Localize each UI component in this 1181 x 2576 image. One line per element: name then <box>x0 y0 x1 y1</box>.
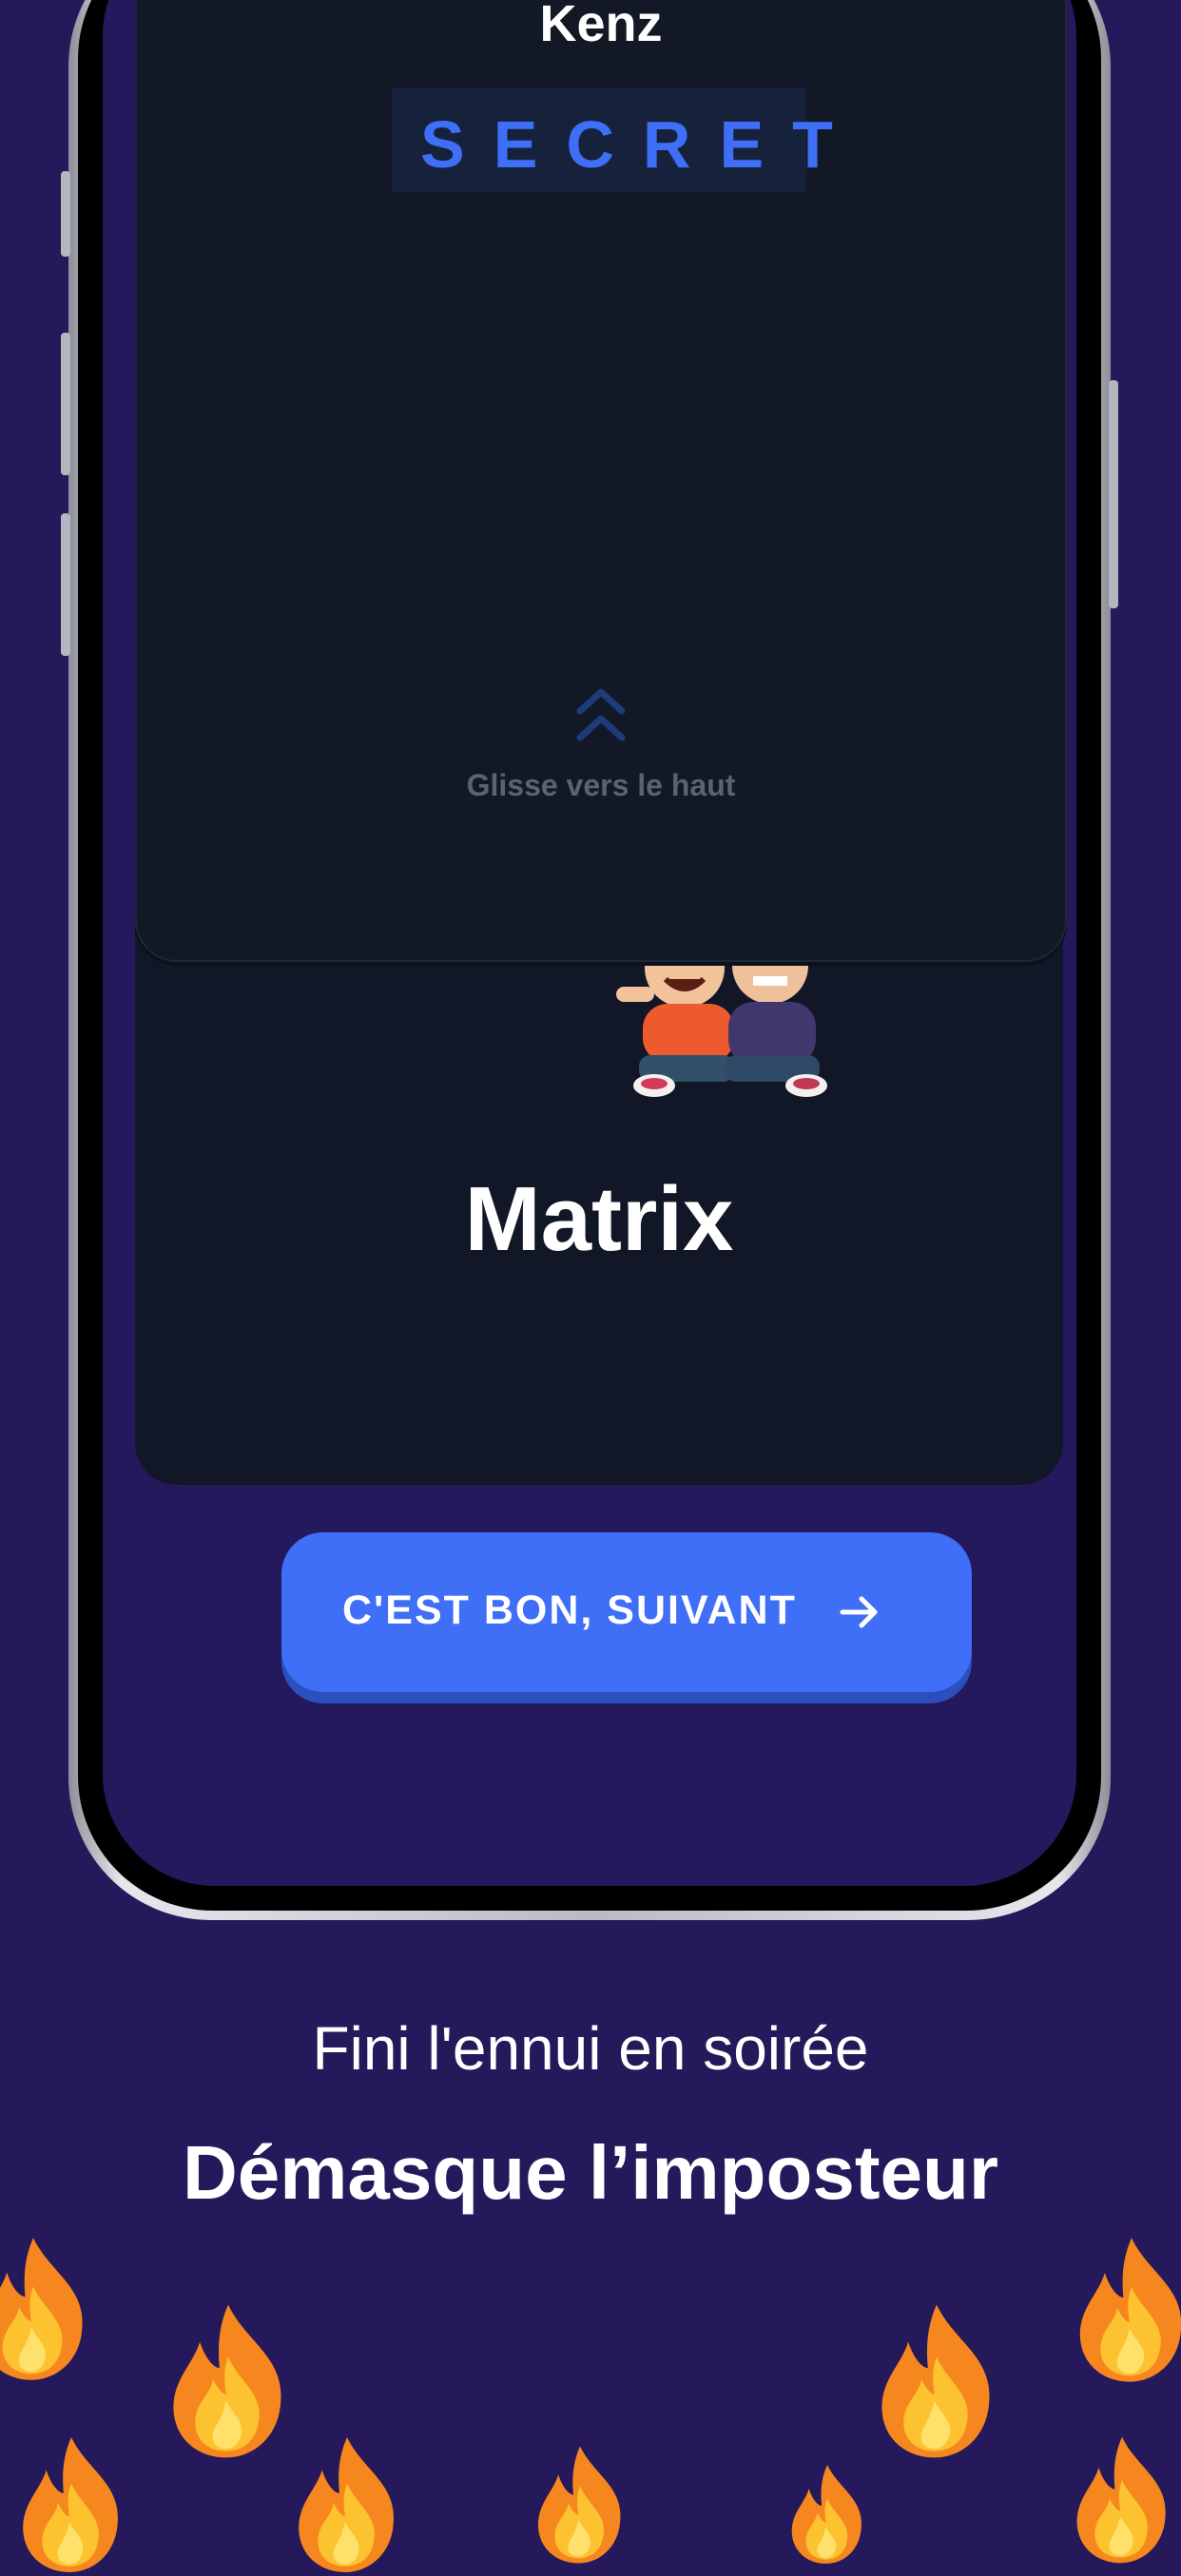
secret-label: SECRET <box>420 107 862 182</box>
phone-frame: Matrix Kenz SECRET Glisse vers le haut C… <box>61 0 1118 1920</box>
reveal-card[interactable]: Kenz SECRET Glisse vers le haut <box>135 0 1067 962</box>
fire-icon <box>881 2304 990 2458</box>
swipe-hint: Glisse vers le haut <box>466 768 736 802</box>
silent-switch <box>61 171 70 257</box>
fire-icon <box>0 2238 83 2380</box>
app-screen: Matrix Kenz SECRET Glisse vers le haut C… <box>103 0 1076 1886</box>
fire-icon <box>537 2446 621 2564</box>
next-button[interactable]: C'EST BON, SUIVANT <box>281 1532 972 1692</box>
fire-icon <box>1079 2238 1181 2382</box>
fire-icon <box>1076 2436 1166 2564</box>
power-button <box>1109 380 1118 608</box>
secret-word: Matrix <box>464 1168 734 1270</box>
volume-down-button <box>61 513 70 656</box>
phone-bezel: Matrix Kenz SECRET Glisse vers le haut C… <box>78 0 1101 1911</box>
tagline: Fini l'ennui en soirée <box>312 2014 869 2083</box>
next-button-label: C'EST BON, SUIVANT <box>342 1587 797 1633</box>
player-name: Kenz <box>539 0 663 52</box>
secret-badge: SECRET <box>392 87 862 192</box>
fire-icon <box>791 2464 862 2565</box>
headline: Démasque l’imposteur <box>182 2130 998 2215</box>
arrow-right-icon <box>840 1596 878 1628</box>
volume-up-button <box>61 333 70 475</box>
chevron-up-icon <box>576 688 626 741</box>
